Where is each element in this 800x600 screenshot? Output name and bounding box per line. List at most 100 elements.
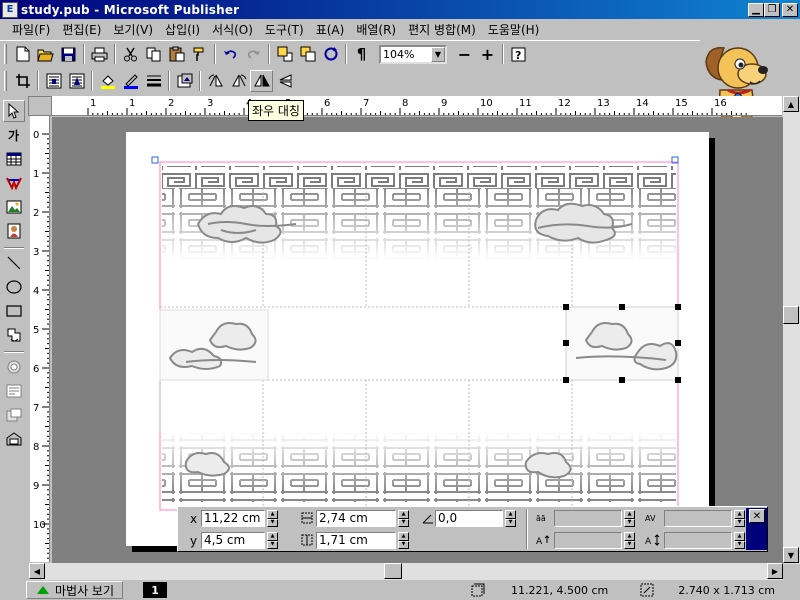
print-icon[interactable] xyxy=(88,43,111,65)
menu-help[interactable]: 도움말(H) xyxy=(482,21,546,38)
size-readout: 2.740 x 1.713 cm xyxy=(678,583,775,597)
menu-bar: 파일(F) 편집(E) 보기(V) 삽입(I) 서식(O) 도구(T) 표(A)… xyxy=(0,19,800,40)
line-color-icon[interactable] xyxy=(119,70,142,92)
vertical-scrollbar[interactable]: ▲ ▼ xyxy=(783,96,800,564)
menu-file[interactable]: 파일(F) xyxy=(6,21,56,38)
width-spinner[interactable]: ▲ ▼ xyxy=(398,510,409,527)
chevron-down-icon[interactable]: ▼ xyxy=(431,46,445,62)
hotspot-tool-icon[interactable] xyxy=(3,404,25,426)
format-painter-icon[interactable] xyxy=(188,43,211,65)
send-to-back-icon[interactable] xyxy=(296,43,319,65)
wordart-tool-icon[interactable] xyxy=(3,172,25,194)
position-readout: 11.221, 4.500 cm xyxy=(511,583,609,597)
custom-shapes-tool-icon[interactable] xyxy=(3,324,25,346)
menu-tools[interactable]: 도구(T) xyxy=(259,21,310,38)
vertical-scroll-thumb[interactable] xyxy=(783,306,799,324)
redo-icon[interactable] xyxy=(242,43,265,65)
y-position-field[interactable]: 4,5 cm xyxy=(201,532,265,549)
horizontal-scrollbar[interactable]: ◀ ▶ xyxy=(29,563,783,580)
toolbar-grip[interactable] xyxy=(4,70,7,91)
measurements-close-button[interactable]: ✕ xyxy=(749,509,765,523)
rotation-spinner[interactable]: ▲ ▼ xyxy=(505,510,516,527)
zoom-in-icon[interactable]: + xyxy=(476,43,499,65)
wrap-tight-icon[interactable] xyxy=(65,70,88,92)
top-fret-border[interactable] xyxy=(162,166,676,188)
ruler-label: 2 xyxy=(168,98,174,109)
rectangle-tool-icon[interactable] xyxy=(3,300,25,322)
open-folder-icon[interactable] xyxy=(34,43,57,65)
flip-vertical-icon[interactable] xyxy=(273,70,296,92)
undo-icon[interactable] xyxy=(219,43,242,65)
scroll-right-icon[interactable]: ▶ xyxy=(767,563,783,579)
ruler-origin[interactable] xyxy=(28,96,52,116)
selected-cloud-frame[interactable] xyxy=(563,304,681,383)
menu-mail-merge[interactable]: 편지 병합(M) xyxy=(402,21,482,38)
menu-insert[interactable]: 삽입(I) xyxy=(159,21,206,38)
toolbar-grip[interactable] xyxy=(4,44,7,64)
form-control-tool-icon[interactable] xyxy=(3,356,25,378)
copy-icon[interactable] xyxy=(142,43,165,65)
width-field[interactable]: 2,74 cm xyxy=(316,510,396,527)
html-fragment-tool-icon[interactable] xyxy=(3,380,25,402)
height-spinner[interactable]: ▲ ▼ xyxy=(398,532,409,549)
line-tool-icon[interactable] xyxy=(3,252,25,274)
scroll-down-icon[interactable]: ▼ xyxy=(783,547,799,563)
help-icon[interactable]: ? xyxy=(507,43,530,65)
scroll-left-icon[interactable]: ◀ xyxy=(29,563,45,579)
rotate-icon[interactable] xyxy=(319,43,342,65)
save-icon[interactable] xyxy=(57,43,80,65)
workspace-scratch-area[interactable] xyxy=(52,117,783,563)
line-style-icon[interactable] xyxy=(142,70,165,92)
clip-gallery-tool-icon[interactable] xyxy=(3,220,25,242)
menu-view[interactable]: 보기(V) xyxy=(107,21,159,38)
wrap-text-icon[interactable] xyxy=(42,70,65,92)
oval-tool-icon[interactable] xyxy=(3,276,25,298)
restore-button[interactable]: ❐ xyxy=(764,2,780,17)
ruler-label: 7 xyxy=(33,403,39,414)
menu-table[interactable]: 표(A) xyxy=(310,21,351,38)
design-gallery-tool-icon[interactable] xyxy=(3,428,25,450)
ruler-label: 6 xyxy=(324,98,330,109)
rotate-right-icon[interactable] xyxy=(227,70,250,92)
flip-horizontal-icon[interactable] xyxy=(250,69,273,92)
menu-format[interactable]: 서식(O) xyxy=(206,21,259,38)
fill-color-icon[interactable] xyxy=(96,70,119,92)
x-spinner[interactable]: ▲ ▼ xyxy=(267,510,278,527)
ruler-label: 1 xyxy=(33,169,39,180)
publisher-app-icon[interactable]: E xyxy=(2,1,18,18)
kerning-spinner: ▲ ▼ xyxy=(734,510,745,527)
page-navigator[interactable]: 1 xyxy=(143,582,168,598)
pilcrow-icon[interactable]: ¶ xyxy=(350,43,373,65)
menu-arrange[interactable]: 배열(R) xyxy=(350,21,402,38)
vertical-ruler[interactable]: 0 1 2 3 4 5 6 7 8 9 10 xyxy=(30,116,50,562)
paste-icon[interactable] xyxy=(165,43,188,65)
menu-edit[interactable]: 편집(E) xyxy=(56,21,107,38)
rotate-left-icon[interactable] xyxy=(204,70,227,92)
zoom-out-icon[interactable]: − xyxy=(453,43,476,65)
show-wizard-button[interactable]: 마법사 보기 xyxy=(26,581,124,599)
y-spinner[interactable]: ▲ ▼ xyxy=(267,532,278,549)
height-field[interactable]: 1,71 cm xyxy=(316,532,396,549)
pointer-tool-icon[interactable] xyxy=(2,100,25,122)
close-button[interactable]: ✕ xyxy=(782,2,798,17)
horizontal-ruler[interactable]: 112345678910111213141516 xyxy=(52,96,782,116)
bottom-lattice-band[interactable] xyxy=(162,432,676,502)
baseline-spinner: ▲ ▼ xyxy=(624,532,635,549)
zoom-value: 104% xyxy=(383,47,415,61)
rotation-field[interactable]: 0,0 xyxy=(435,510,503,527)
picture-properties-icon[interactable] xyxy=(173,70,196,92)
minimize-button[interactable]: ▁ xyxy=(748,2,764,17)
zoom-select[interactable]: 104% ▼ xyxy=(379,44,447,64)
horizontal-scroll-thumb[interactable] xyxy=(384,563,402,579)
scroll-up-icon[interactable]: ▲ xyxy=(783,96,799,112)
text-frame-tool-icon[interactable]: 가 xyxy=(3,124,25,146)
cloud-frame-left[interactable] xyxy=(159,309,269,381)
bring-to-front-icon[interactable] xyxy=(273,43,296,65)
new-file-icon[interactable] xyxy=(11,43,34,65)
cut-icon[interactable] xyxy=(119,43,142,65)
crop-icon[interactable] xyxy=(11,70,34,92)
picture-frame-tool-icon[interactable] xyxy=(3,196,25,218)
publication-page[interactable] xyxy=(126,132,709,546)
x-position-field[interactable]: 11,22 cm xyxy=(201,510,265,527)
table-frame-tool-icon[interactable] xyxy=(3,148,25,170)
